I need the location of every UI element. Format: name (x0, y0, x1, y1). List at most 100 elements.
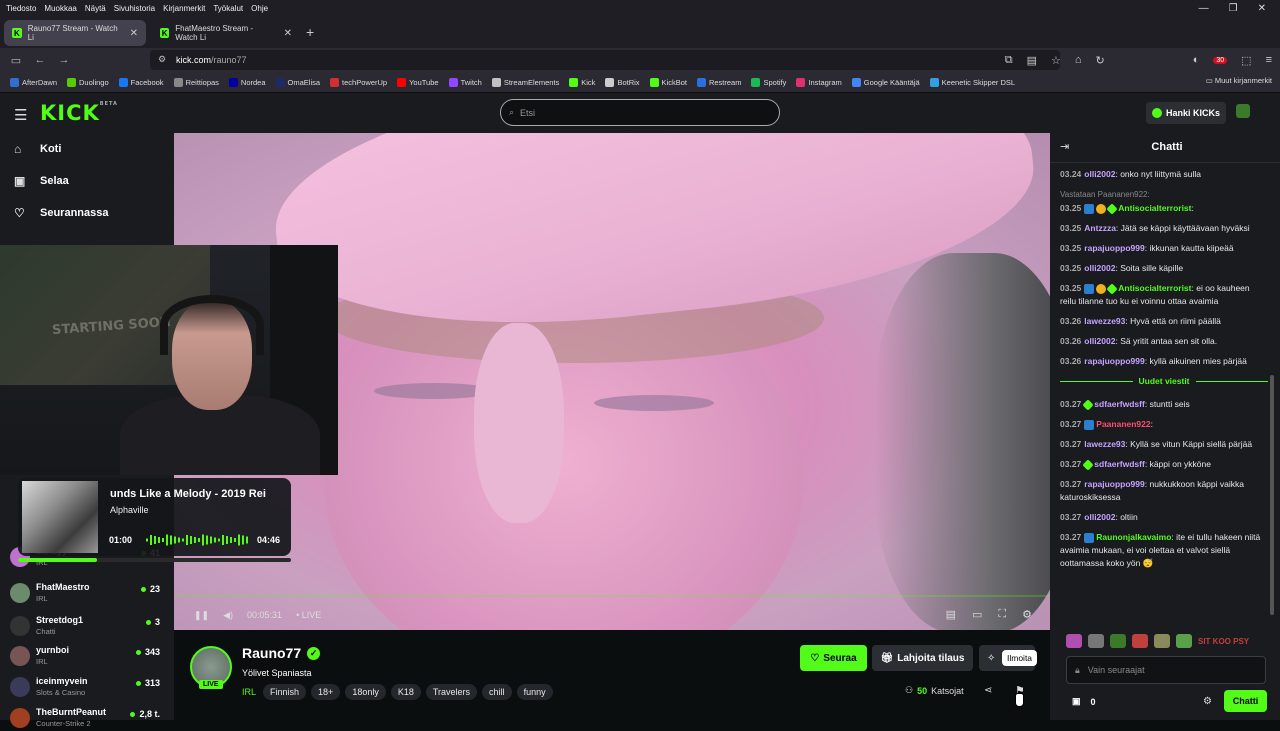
sidebar-channel[interactable]: FhatMaestro IRL 23 (10, 580, 160, 606)
site-info-icon[interactable]: ⚙ (158, 54, 166, 65)
chat-username[interactable]: olli2002 (1084, 263, 1115, 273)
chat-username[interactable]: olli2002 (1084, 512, 1115, 522)
tag-chip[interactable]: 18only (345, 684, 386, 700)
settings-icon[interactable]: ⚙ (1022, 608, 1032, 621)
sidebar-channel[interactable]: Streetdog1 Chatti 3 (10, 613, 160, 639)
tag-chip[interactable]: K18 (390, 684, 421, 700)
share-icon[interactable]: ⋖ (984, 685, 992, 696)
minimize-icon[interactable]: — (1199, 3, 1209, 14)
bookmark-item[interactable]: Instagram (796, 77, 842, 87)
restore-icon[interactable]: ❐ (1229, 3, 1238, 14)
streamer-name[interactable]: Rauno77 ✓ (242, 645, 321, 661)
chat-username[interactable]: Antzzza (1084, 223, 1116, 233)
chat-username[interactable]: Antisocialterrorist (1118, 283, 1191, 293)
tag-chip[interactable]: Finnish (263, 684, 307, 700)
emote-text[interactable]: SIT KOO PSY (1198, 637, 1249, 646)
extension-badge[interactable]: 30 (1213, 56, 1228, 64)
chat-username[interactable]: Raunonjalkavaimo (1096, 532, 1171, 542)
bookmark-item[interactable]: techPowerUp (330, 77, 387, 87)
follow-button[interactable]: ♡ Seuraa (800, 645, 867, 671)
sidebar-item-following[interactable]: ♡ Seurannassa (14, 206, 108, 220)
extensions-icon[interactable]: ⬚ (1241, 54, 1251, 67)
tab-fhatmaestro[interactable]: K FhatMaestro Stream - Watch Li ✕ (152, 20, 300, 46)
tag-chip[interactable]: 18+ (311, 684, 341, 700)
sidebar-channel[interactable]: TheBurntPeanut Counter-Strike 2 2,8 t. (10, 705, 160, 731)
account-icon[interactable]: ◐ (1193, 54, 1200, 66)
reload-icon[interactable]: ↻ (1096, 54, 1105, 67)
emote[interactable] (1154, 634, 1170, 648)
bookmark-item[interactable]: Nordea (228, 77, 266, 87)
sidebar-toggle-icon[interactable]: ▭ (4, 54, 28, 67)
menu-item[interactable]: Työkalut (213, 4, 243, 13)
chat-username[interactable]: lawezze93 (1084, 316, 1125, 326)
bookmark-item[interactable]: AfterDawn (10, 77, 57, 87)
theater-mode-icon[interactable]: ▭ (972, 608, 982, 621)
close-tab-icon[interactable]: ✕ (130, 28, 138, 39)
bookmark-item[interactable]: Restream (696, 77, 741, 87)
emote[interactable] (1132, 634, 1148, 648)
chat-username[interactable]: lawezze93 (1084, 439, 1125, 449)
close-tab-icon[interactable]: ✕ (284, 28, 292, 39)
menu-item[interactable]: Kirjanmerkit (163, 4, 205, 13)
emote[interactable] (1110, 634, 1126, 648)
sidebar-item-browse[interactable]: ▣ Selaa (14, 174, 69, 188)
chat-username[interactable]: sdfaerfwdsff (1094, 459, 1145, 469)
bookmark-item[interactable]: Spotify (751, 77, 786, 87)
channel-points[interactable]: ▣ 0 (1072, 696, 1096, 707)
other-bookmarks[interactable]: ▭ Muut kirjanmerkit (1206, 76, 1272, 85)
forward-icon[interactable]: → (52, 54, 76, 66)
emote[interactable] (1176, 634, 1192, 648)
new-tab-icon[interactable]: + (306, 24, 314, 40)
chat-scrollbar[interactable] (1270, 375, 1274, 615)
chat-username[interactable]: olli2002 (1084, 336, 1115, 346)
pause-icon[interactable]: ❚❚ (194, 610, 209, 621)
bookmark-item[interactable]: KickBot (649, 77, 687, 87)
chat-input[interactable]: 🔒︎ Vain seuraajat (1066, 656, 1266, 684)
gift-sub-button[interactable]: 🎁︎ Lahjoita tilaus (872, 645, 973, 671)
menu-item[interactable]: Näytä (85, 4, 106, 13)
tab-rauno77[interactable]: K Rauno77 Stream - Watch Li ✕ (4, 20, 146, 46)
bookmark-item[interactable]: Twitch (448, 77, 482, 87)
hamburger-menu-icon[interactable]: ☰ (14, 106, 27, 124)
fullscreen-icon[interactable]: ⛶ (998, 608, 1006, 621)
tag-chip[interactable]: chill (482, 684, 512, 700)
bookmark-item[interactable]: Keenetic Skipper DSL (929, 77, 1015, 87)
menu-icon[interactable]: ≡ (1266, 54, 1272, 66)
video-progress[interactable] (174, 595, 1050, 597)
home-icon[interactable]: ⌂ (1075, 54, 1082, 66)
sidebar-channel[interactable]: yurnboi IRL 343 (10, 643, 160, 669)
get-kicks-button[interactable]: Hanki KICKs (1146, 102, 1226, 124)
menu-item[interactable]: Sivuhistoria (114, 4, 155, 13)
chat-username[interactable]: olli2002 (1084, 169, 1115, 179)
back-icon[interactable]: ← (28, 54, 52, 66)
chat-username[interactable]: sdfaerfwdsff (1094, 399, 1145, 409)
bookmark-item[interactable]: YouTube (397, 77, 439, 87)
bookmark-item[interactable]: Kick (569, 77, 595, 87)
chat-username[interactable]: rapajuoppo999 (1084, 243, 1144, 253)
bookmark-star-icon[interactable]: ☆ (1051, 54, 1061, 67)
bookmark-item[interactable]: Google Kääntäjä (851, 77, 920, 87)
bookmark-item[interactable]: BotRix (605, 77, 640, 87)
kick-logo[interactable]: KICKBETA (40, 101, 118, 125)
tag-chip[interactable]: Travelers (425, 684, 478, 700)
menu-item[interactable]: Tiedosto (6, 4, 36, 13)
menu-item[interactable]: Ohje (251, 4, 268, 13)
chat-username[interactable]: Antisocialterrorist (1118, 203, 1191, 213)
url-bar[interactable]: ⚙ kick.com/rauno77 (150, 50, 1060, 70)
bookmark-item[interactable]: Reittiopas (173, 77, 219, 87)
reader-view-icon[interactable]: ▤ (1027, 54, 1037, 67)
emote[interactable] (1066, 634, 1082, 648)
search-input[interactable]: ⌕ Etsi (500, 99, 780, 126)
chat-send-button[interactable]: Chatti (1224, 690, 1267, 712)
bookmark-item[interactable]: OmaElisa (275, 77, 320, 87)
clip-icon[interactable]: ▤ (946, 608, 956, 621)
stream-category[interactable]: IRL (242, 687, 256, 697)
chat-username[interactable]: Paananen922 (1096, 419, 1150, 429)
tag-chip[interactable]: funny (516, 684, 553, 700)
chat-settings-icon[interactable]: ⚙ (1203, 696, 1212, 707)
emote[interactable] (1088, 634, 1104, 648)
bookmark-item[interactable]: StreamElements (491, 77, 559, 87)
sidebar-item-home[interactable]: ⌂ Koti (14, 142, 61, 156)
volume-icon[interactable]: ◀) (223, 610, 233, 621)
user-avatar[interactable] (1236, 104, 1250, 118)
